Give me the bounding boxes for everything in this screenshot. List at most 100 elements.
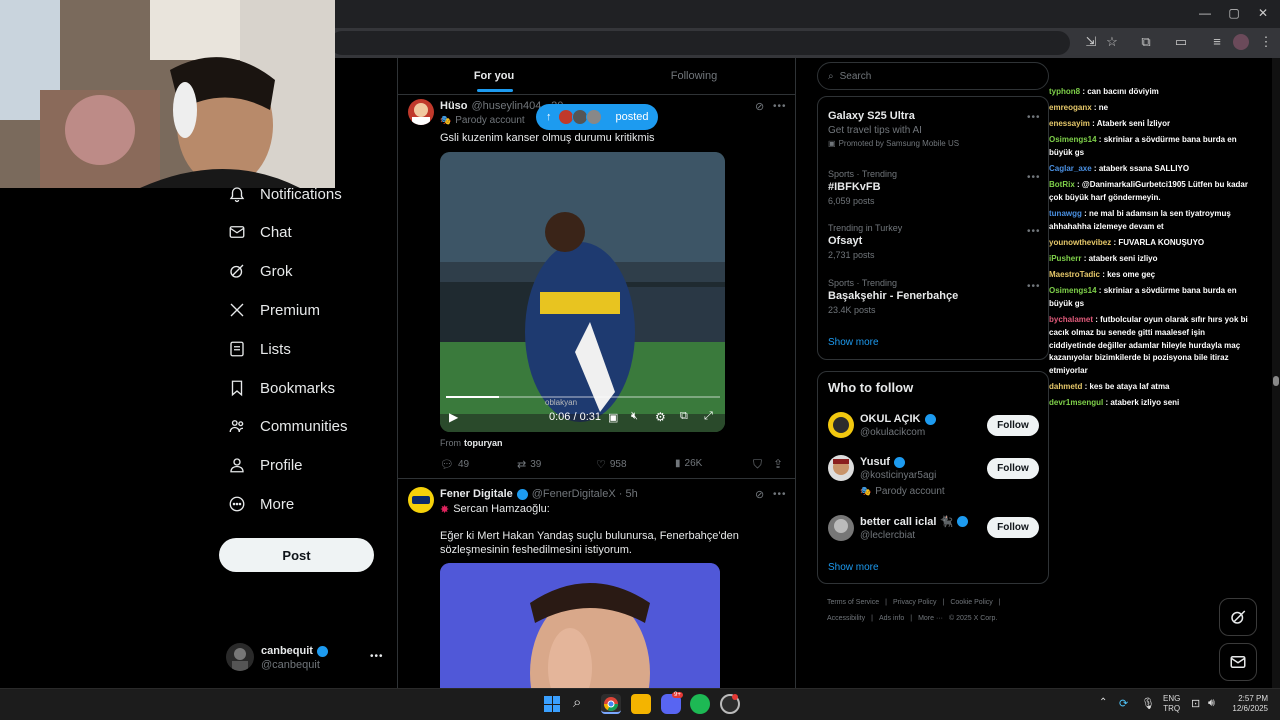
profile-avatar-icon[interactable] bbox=[1233, 34, 1249, 50]
messages-float-button[interactable] bbox=[1219, 643, 1257, 681]
install-app-icon[interactable]: ⇲ bbox=[1082, 34, 1100, 50]
suggestion-avatar[interactable] bbox=[828, 515, 854, 541]
page-scrollbar[interactable] bbox=[1272, 58, 1280, 688]
nav-premium[interactable]: Premium bbox=[228, 293, 320, 327]
follow-button[interactable]: Follow bbox=[987, 517, 1039, 538]
network-icon[interactable]: ⊡ bbox=[1191, 697, 1200, 710]
post-avatar[interactable] bbox=[408, 99, 434, 125]
suggestion-name-row[interactable]: OKUL AÇIK bbox=[860, 413, 936, 425]
tab-following[interactable]: Following bbox=[596, 58, 792, 94]
post-avatar[interactable] bbox=[408, 487, 434, 513]
fullscreen-icon[interactable]: ⤢ bbox=[704, 410, 713, 423]
trend-menu-icon[interactable]: ••• bbox=[1027, 172, 1041, 183]
trend-item[interactable]: Trending in Turkey Ofsayt 2,731 posts bbox=[828, 223, 902, 260]
footer-link[interactable]: Ads info bbox=[879, 615, 904, 622]
address-bar[interactable] bbox=[330, 31, 1070, 55]
footer-link[interactable]: Terms of Service bbox=[827, 599, 879, 606]
footer-link[interactable]: Cookie Policy bbox=[950, 599, 992, 606]
volume-icon[interactable]: 🔊︎ bbox=[1208, 697, 1215, 710]
grok-icon bbox=[228, 262, 246, 280]
footer-copyright: © 2025 X Corp. bbox=[948, 615, 998, 622]
trend-menu-icon[interactable]: ••• bbox=[1027, 112, 1041, 123]
footer-link[interactable]: More ··· bbox=[918, 615, 943, 622]
post-menu-icon[interactable]: ••• bbox=[773, 489, 787, 500]
bookmark-star-icon[interactable]: ☆ bbox=[1103, 34, 1121, 50]
suggestion-name-row[interactable]: better call iclal 🐈‍⬛ bbox=[860, 515, 969, 528]
trend-item[interactable]: Galaxy S25 Ultra Get travel tips with AI… bbox=[828, 110, 959, 148]
captions-icon[interactable]: ▣ bbox=[608, 411, 618, 424]
post-author-handle[interactable]: @FenerDigitaleX · 5h bbox=[532, 488, 638, 500]
bookmark-post-icon[interactable]: ⛉ bbox=[753, 457, 762, 472]
show-more-follow[interactable]: Show more bbox=[828, 562, 879, 573]
nav-lists[interactable]: Lists bbox=[228, 332, 291, 366]
grok-post-icon[interactable]: ⊘ bbox=[755, 100, 764, 113]
account-menu-icon[interactable]: ••• bbox=[370, 651, 384, 662]
maximize-icon[interactable]: ▢ bbox=[1224, 5, 1244, 21]
taskbar-search-icon[interactable]: ⌕ bbox=[573, 694, 581, 711]
follow-button[interactable]: Follow bbox=[987, 415, 1039, 436]
chat-message: dahmetd : kes be ataya laf atma bbox=[1049, 381, 1249, 394]
chrome-taskbar-icon[interactable] bbox=[601, 694, 621, 714]
minimize-icon[interactable]: — bbox=[1195, 5, 1215, 21]
trend-item[interactable]: Sports · Trending Başakşehir - Fenerbahç… bbox=[828, 278, 958, 315]
follow-button[interactable]: Follow bbox=[987, 458, 1039, 479]
suggestion-name-row[interactable]: Yusuf bbox=[860, 456, 905, 468]
like-button[interactable]: ♡ 958 bbox=[596, 458, 627, 471]
settings-gear-icon[interactable]: ⚙ bbox=[655, 410, 666, 424]
post-author-name[interactable]: Hüso bbox=[440, 100, 468, 112]
reading-list-icon[interactable]: ≡ bbox=[1208, 34, 1226, 50]
share-icon[interactable]: ⇪ bbox=[773, 457, 783, 471]
nav-notifications[interactable]: Notifications bbox=[228, 177, 342, 211]
grok-float-button[interactable] bbox=[1219, 598, 1257, 636]
post-author-name[interactable]: Fener Digitale bbox=[440, 488, 513, 500]
spotify-icon[interactable] bbox=[690, 694, 710, 714]
post-button[interactable]: Post bbox=[219, 538, 374, 572]
nav-grok[interactable]: Grok bbox=[228, 254, 293, 288]
footer-link[interactable]: Accessibility bbox=[827, 615, 865, 622]
post-image[interactable] bbox=[440, 563, 720, 688]
from-user[interactable]: topuryan bbox=[464, 438, 503, 448]
new-posts-pill[interactable]: ↑ posted bbox=[536, 104, 658, 130]
split-view-icon[interactable]: ▭ bbox=[1172, 34, 1190, 50]
extensions-icon[interactable]: ⧉ bbox=[1137, 34, 1155, 50]
mute-icon[interactable]: 🔇︎ bbox=[631, 410, 638, 423]
language-indicator[interactable]: ENG TRQ bbox=[1163, 694, 1180, 714]
close-icon[interactable]: ✕ bbox=[1253, 5, 1273, 21]
pip-icon[interactable]: ⧉ bbox=[680, 410, 688, 423]
tray-sync-icon[interactable]: ⟳ bbox=[1119, 697, 1128, 710]
file-explorer-icon[interactable] bbox=[631, 694, 651, 714]
play-icon[interactable]: ▶ bbox=[449, 410, 458, 424]
clock[interactable]: 2:57 PM 12/6/2025 bbox=[1226, 694, 1268, 714]
search-input[interactable]: ⌕ Search bbox=[817, 62, 1049, 90]
browser-menu-icon[interactable]: ⋮ bbox=[1257, 34, 1275, 50]
more-circle-icon bbox=[228, 495, 246, 513]
grok-post-icon[interactable]: ⊘ bbox=[755, 488, 764, 501]
trend-menu-icon[interactable]: ••• bbox=[1027, 281, 1041, 292]
nav-more[interactable]: More bbox=[228, 487, 294, 521]
show-more-trends[interactable]: Show more bbox=[828, 337, 879, 348]
trend-item[interactable]: Sports · Trending #IBFKvFB 6,059 posts bbox=[828, 169, 897, 206]
chat-username: tunawgg bbox=[1049, 209, 1082, 218]
nav-bookmarks[interactable]: Bookmarks bbox=[228, 371, 335, 405]
account-name-row[interactable]: canbequit bbox=[261, 645, 328, 657]
tray-chevron-icon[interactable]: ⌃ bbox=[1099, 697, 1107, 708]
nav-communities[interactable]: Communities bbox=[228, 409, 348, 443]
nav-label: Grok bbox=[260, 262, 293, 280]
video-progress-fill bbox=[446, 396, 500, 398]
suggestion-avatar[interactable] bbox=[828, 412, 854, 438]
repost-button[interactable]: ⇄ 39 bbox=[517, 458, 541, 471]
scrollbar-thumb[interactable] bbox=[1273, 376, 1279, 386]
reply-button[interactable]: 💬︎ 49 bbox=[440, 458, 469, 471]
microphone-icon[interactable]: 🎙︎ bbox=[1141, 697, 1155, 710]
footer-sep: | bbox=[942, 599, 945, 606]
views-button[interactable]: ▮ 26K bbox=[675, 458, 702, 469]
nav-chat[interactable]: Chat bbox=[228, 215, 292, 249]
post-video[interactable] bbox=[440, 152, 725, 432]
windows-start-icon[interactable] bbox=[544, 696, 560, 712]
nav-profile[interactable]: Profile bbox=[228, 448, 303, 482]
trend-menu-icon[interactable]: ••• bbox=[1027, 226, 1041, 237]
suggestion-avatar[interactable] bbox=[828, 455, 854, 481]
account-avatar[interactable] bbox=[226, 643, 254, 671]
footer-link[interactable]: Privacy Policy bbox=[893, 599, 937, 606]
post-menu-icon[interactable]: ••• bbox=[773, 101, 787, 112]
